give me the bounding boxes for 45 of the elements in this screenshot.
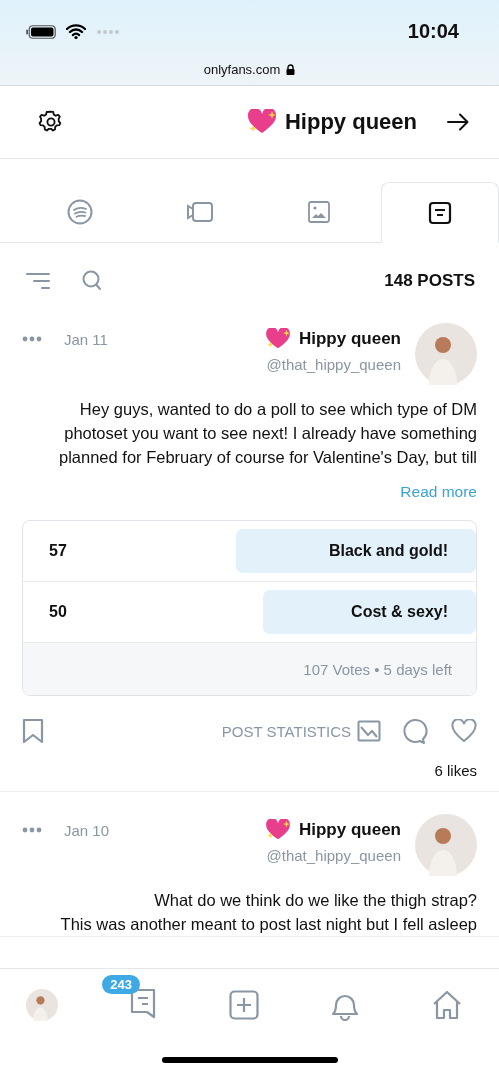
wifi-icon [66, 24, 86, 39]
post-date: Jan 10 [64, 821, 110, 839]
option-label: Cost & sexy! [351, 603, 448, 621]
avatar[interactable] [415, 814, 477, 876]
filter-icon[interactable] [26, 271, 50, 291]
url-text: onlyfans.com [203, 62, 281, 77]
heart-icon[interactable] [451, 719, 477, 743]
post-date: Jan 11 [64, 330, 108, 348]
vote-count: 50 [49, 603, 67, 621]
add-icon[interactable] [228, 990, 259, 1020]
author-name[interactable]: Hippy queen [299, 329, 401, 349]
chart-icon [357, 720, 381, 742]
posts-tab[interactable] [381, 182, 499, 243]
lock-icon [286, 64, 296, 75]
post-text: This was another meant to post last night but I fell asleep [59, 914, 477, 935]
image-icon [307, 200, 332, 224]
sparkling-heart-icon [247, 109, 277, 135]
bookmark-icon[interactable] [22, 718, 44, 744]
more-icon[interactable] [22, 827, 42, 833]
sparkling-heart-icon [265, 328, 291, 350]
profile-title: Hippy queen [285, 109, 417, 135]
audio-icon [66, 199, 93, 225]
post-text: What do we think do we like the thigh strap? [153, 890, 477, 911]
battery-icon [26, 24, 56, 39]
clock-time: 10:04 [407, 20, 459, 43]
back-arrow-icon[interactable] [447, 113, 469, 131]
posts-count: 148 POSTS [384, 271, 475, 291]
note-icon [428, 200, 453, 225]
video-icon [185, 200, 214, 224]
poll-summary: 107 Votes • 5 days left [303, 660, 452, 678]
likes-count: 6 likes [434, 762, 477, 779]
post-text: Hey guys, wanted to do a poll to see which type of DM photoset you want to see next! I already have something planned for February of course for Valentine's Day, but till [58, 399, 477, 468]
avatar[interactable] [415, 323, 477, 385]
signal-icon [96, 28, 120, 35]
avatar[interactable] [26, 989, 58, 1021]
home-icon[interactable] [431, 990, 463, 1020]
poll-option[interactable]: 57 Black and gold! [23, 521, 476, 582]
option-label: Black and gold! [328, 542, 448, 560]
unread-badge: 243 [102, 975, 140, 994]
poll-option[interactable]: 50 Cost & sexy! [23, 582, 476, 643]
vote-count: 57 [49, 542, 67, 560]
more-icon[interactable] [22, 336, 42, 342]
author-name[interactable]: Hippy queen [299, 820, 401, 840]
comment-icon[interactable] [403, 718, 429, 744]
sparkling-heart-icon [265, 819, 291, 841]
